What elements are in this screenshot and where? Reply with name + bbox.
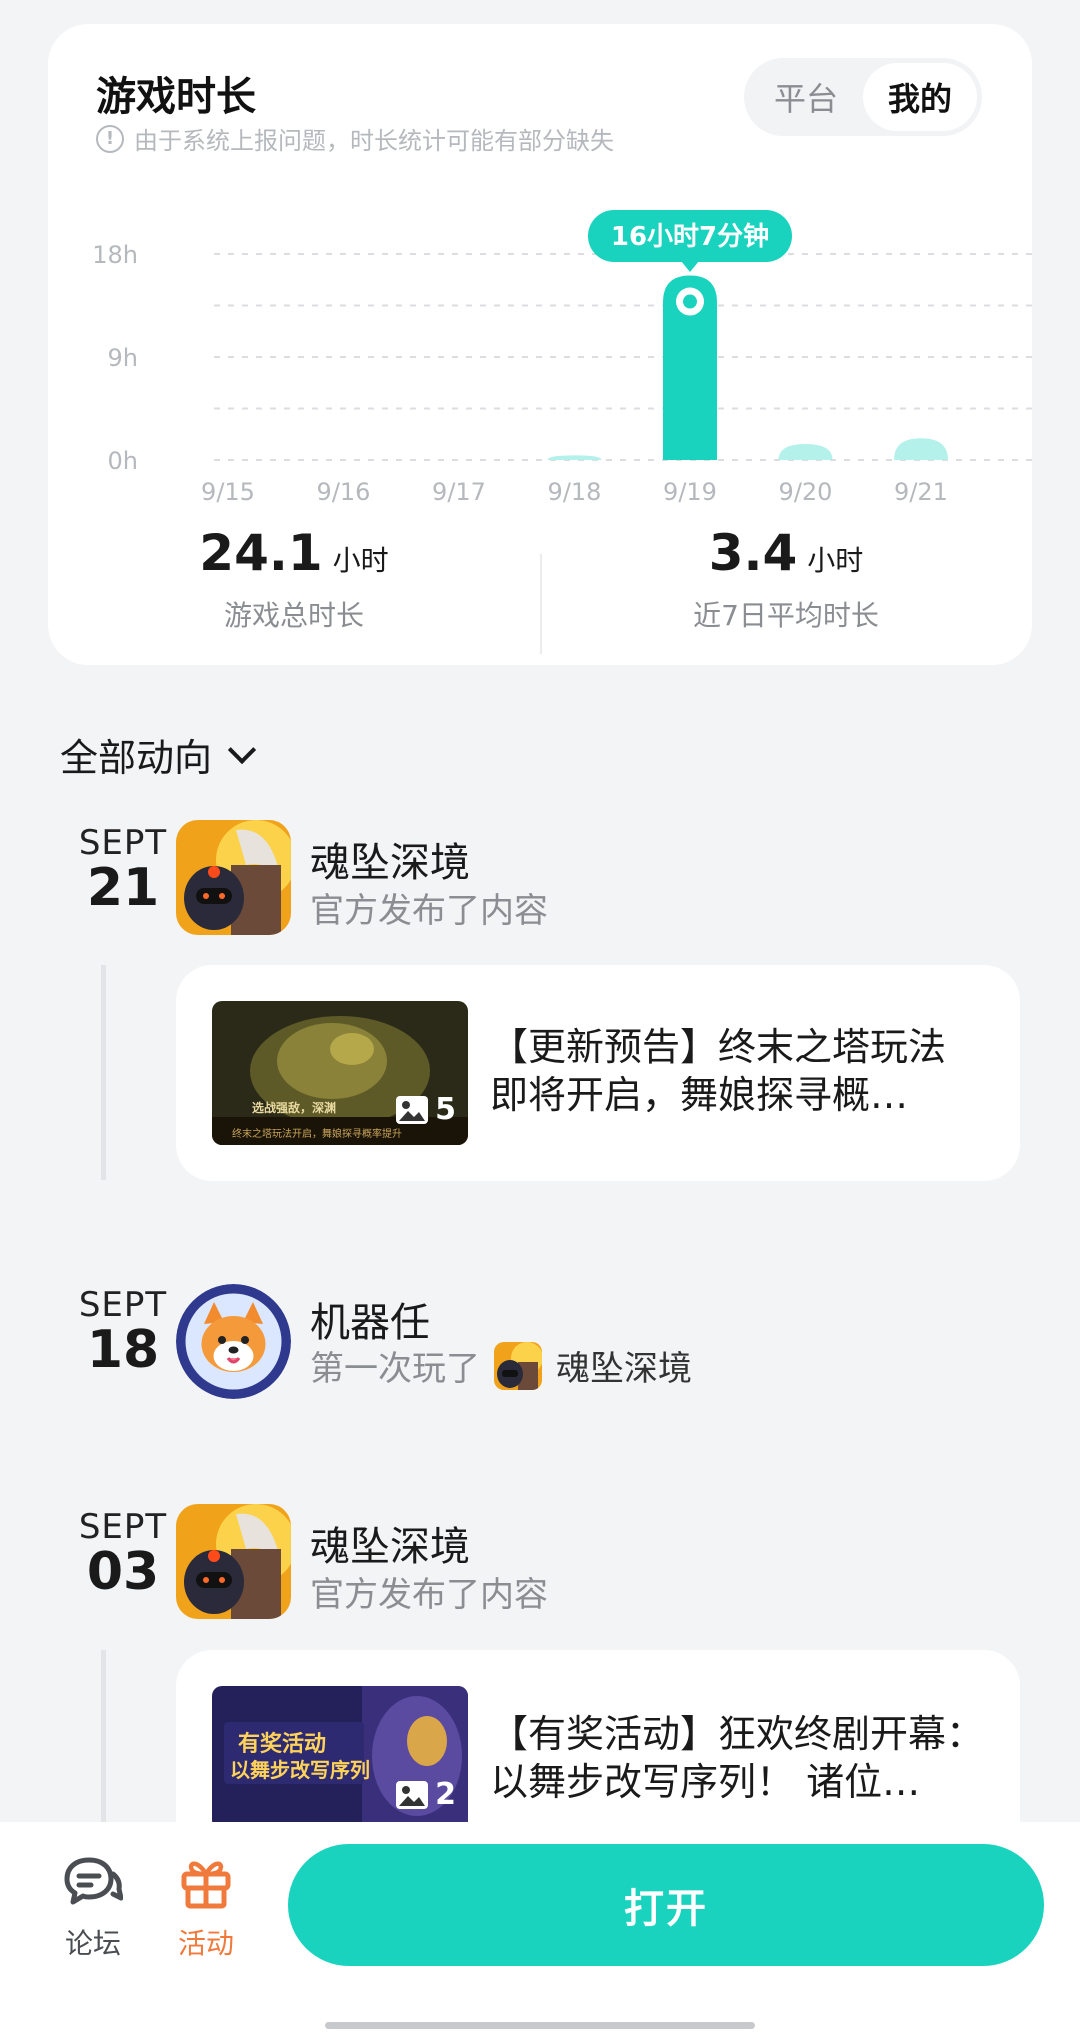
x-tick-label: 9/17 xyxy=(432,478,486,506)
bar xyxy=(894,438,948,460)
activity-button[interactable]: 活动 xyxy=(161,1854,251,1962)
game-avatar[interactable] xyxy=(176,1504,291,1619)
playtime-chart: 18h 9h 0h 9/15 9/16 9/17 9/18 9/19 9/20 9/21 16小时7… xyxy=(92,210,1032,506)
entry-date: SEPT 21 xyxy=(58,826,188,917)
x-tick-label: 9/21 xyxy=(894,478,948,506)
tab-mine[interactable]: 我的 xyxy=(863,63,977,131)
bar xyxy=(778,443,833,460)
y-tick-label: 0h xyxy=(108,447,138,475)
avg-playtime-unit: 小时 xyxy=(807,544,864,577)
home-indicator[interactable] xyxy=(325,2022,755,2029)
played-game-name[interactable]: 魂坠深境 xyxy=(556,1341,692,1390)
entry-month: SEPT xyxy=(78,823,168,863)
feed-filter-label: 全部动向 xyxy=(60,736,213,780)
x-tick-label: 9/15 xyxy=(201,478,255,506)
activity-label: 活动 xyxy=(177,1927,234,1960)
entry-day: 18 xyxy=(86,1320,160,1380)
gift-icon xyxy=(181,1861,231,1909)
total-playtime-stat: 24.1 小时 游戏总时长 xyxy=(48,524,540,634)
entry-desc: 第一次玩了 魂坠深境 xyxy=(310,1341,692,1390)
entry-date: SEPT 03 xyxy=(58,1510,188,1601)
entry-desc-text: 官方发布了内容 xyxy=(310,891,548,931)
playtime-title: 游戏时长 xyxy=(96,74,256,120)
x-tick-label: 9/20 xyxy=(779,478,833,506)
image-icon xyxy=(396,1780,429,1809)
post-thumbnail[interactable]: 选战强敌，深渊 终末之塔玩法开启，舞娘探寻概率提升 5 xyxy=(212,1001,468,1145)
entry-month: SEPT xyxy=(78,1285,168,1325)
total-playtime-label: 游戏总时长 xyxy=(223,599,364,632)
total-playtime-value: 24.1 xyxy=(199,524,323,582)
user-avatar[interactable] xyxy=(176,1284,291,1399)
avg-playtime-value: 3.4 xyxy=(708,524,798,582)
y-tick-label: 18h xyxy=(92,241,138,269)
thumb-caption-bottom: 终末之塔玩法开启，舞娘探寻概率提升 xyxy=(232,1129,402,1140)
playtime-notice-text: 由于系统上报问题，时长统计可能有部分缺失 xyxy=(134,127,614,155)
x-tick-label: 9/19 xyxy=(663,478,717,506)
image-count-badge: 5 xyxy=(395,1092,456,1127)
forum-label: 论坛 xyxy=(64,1927,121,1960)
entry-day: 03 xyxy=(86,1542,160,1602)
game-avatar[interactable] xyxy=(176,820,291,935)
image-icon xyxy=(396,1095,429,1124)
forum-icon xyxy=(64,1857,124,1905)
tooltip-pointer xyxy=(681,261,699,272)
feed-filter-dropdown[interactable]: 全部动向 xyxy=(60,727,257,782)
entry-desc-text: 官方发布了内容 xyxy=(310,1575,548,1615)
thumb-caption-top: 选战强敌，深渊 xyxy=(252,1101,337,1115)
post-title[interactable]: 【更新预告】终末之塔玩法 即将开启，舞娘探寻概… xyxy=(490,1023,990,1119)
thumb-caption-bottom: 以舞步改写序列 xyxy=(230,1758,370,1782)
scope-toggle[interactable]: 平台 我的 xyxy=(744,58,982,136)
tab-platform[interactable]: 平台 xyxy=(749,63,863,131)
post-card[interactable]: 选战强敌，深渊 终末之塔玩法开启，舞娘探寻概率提升 5 【更新预告】终末之塔玩法… xyxy=(176,965,1020,1181)
post-thumbnail[interactable]: 有奖活动 以舞步改写序列 2 xyxy=(212,1686,468,1830)
forum-button[interactable]: 论坛 xyxy=(48,1854,138,1962)
image-count: 5 xyxy=(435,1092,456,1127)
avg-playtime-label: 近7日平均时长 xyxy=(693,599,879,632)
bar xyxy=(547,455,602,460)
chevron-down-icon xyxy=(227,735,257,764)
y-tick-label: 9h xyxy=(108,344,138,372)
tooltip-text: 16小时7分钟 xyxy=(611,221,769,252)
image-count: 2 xyxy=(435,1777,456,1812)
total-playtime-unit: 小时 xyxy=(332,544,389,577)
info-icon: ! xyxy=(96,124,124,153)
entry-desc: 官方发布了内容 xyxy=(310,883,548,932)
timeline-line xyxy=(101,1650,106,1830)
entry-name[interactable]: 魂坠深境 xyxy=(310,1514,470,1572)
entry-month: SEPT xyxy=(78,1507,168,1547)
timeline-line xyxy=(101,965,106,1180)
entry-name[interactable]: 机器任 xyxy=(310,1290,430,1348)
entry-desc: 官方发布了内容 xyxy=(310,1567,548,1616)
post-title[interactable]: 【有奖活动】狂欢终剧开幕： 以舞步改写序列！ 诸位… xyxy=(490,1710,990,1806)
x-tick-label: 9/18 xyxy=(548,478,602,506)
playtime-notice: ! 由于系统上报问题，时长统计可能有部分缺失 xyxy=(96,121,614,156)
entry-date: SEPT 18 xyxy=(58,1288,188,1379)
x-tick-label: 9/16 xyxy=(317,478,371,506)
open-game-button[interactable]: 打开 xyxy=(288,1844,1044,1966)
entry-desc-text: 第一次玩了 xyxy=(310,1349,480,1389)
playtime-card: 游戏时长 ! 由于系统上报问题，时长统计可能有部分缺失 平台 我的 18h 9h 0… xyxy=(48,24,1032,665)
entry-day: 21 xyxy=(86,858,160,918)
image-count-badge: 2 xyxy=(395,1777,456,1812)
highlight-marker-dot xyxy=(683,294,697,309)
game-icon[interactable] xyxy=(494,1341,542,1390)
avg-playtime-stat: 3.4 小时 近7日平均时长 xyxy=(540,524,1032,634)
bottom-action-bar: 论坛 活动 打开 xyxy=(0,1822,1080,2036)
entry-name[interactable]: 魂坠深境 xyxy=(310,830,470,888)
